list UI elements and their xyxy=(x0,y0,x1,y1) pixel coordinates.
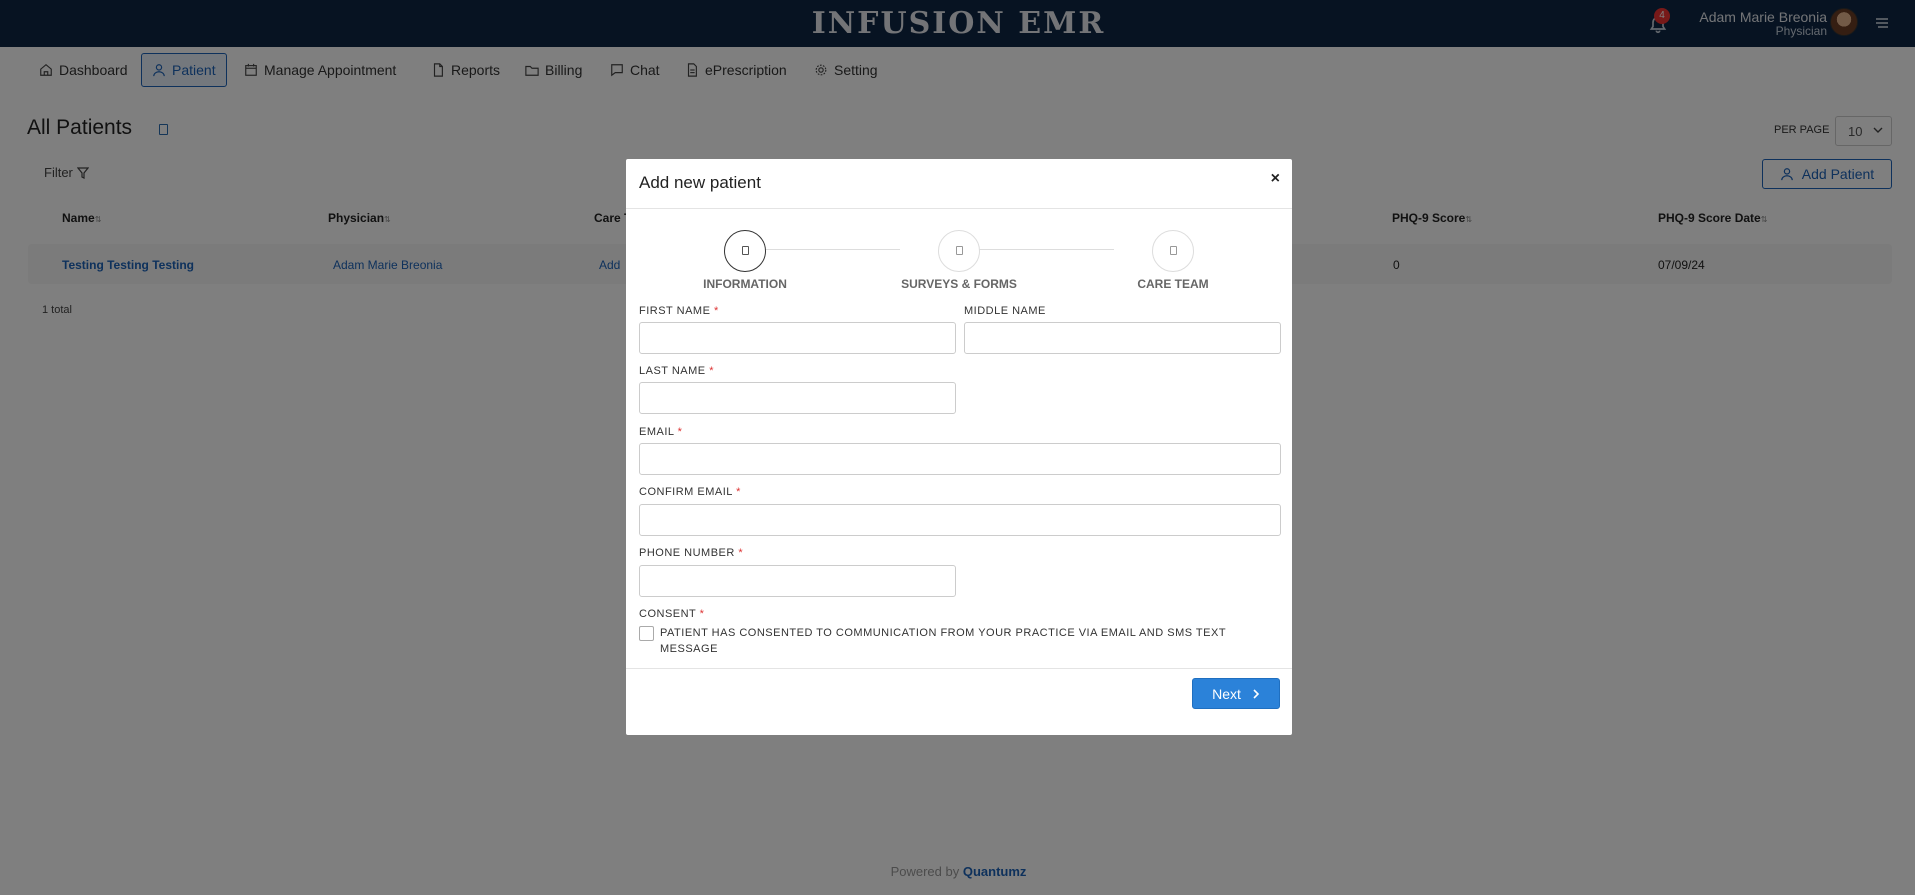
step-label-information: INFORMATION xyxy=(703,277,787,291)
step-label-care-team: CARE TEAM xyxy=(1137,277,1209,291)
document-icon xyxy=(742,246,749,255)
last-name-input[interactable] xyxy=(639,382,956,414)
step-information-icon[interactable] xyxy=(724,230,766,272)
step-surveys-icon[interactable] xyxy=(938,230,980,272)
modal-header: Add new patient × xyxy=(626,159,1292,209)
confirm-email-input[interactable] xyxy=(639,504,1281,536)
middle-name-label: MIDDLE NAME xyxy=(964,305,1046,317)
phone-number-label: PHONE NUMBER * xyxy=(639,547,744,559)
phone-number-input[interactable] xyxy=(639,565,956,597)
step-care-team-icon[interactable] xyxy=(1152,230,1194,272)
modal-title: Add new patient xyxy=(639,173,761,192)
next-label: Next xyxy=(1212,685,1241,702)
email-input[interactable] xyxy=(639,443,1281,475)
consent-checkbox[interactable] xyxy=(639,626,654,641)
first-name-input[interactable] xyxy=(639,322,956,354)
first-name-label: FIRST NAME * xyxy=(639,305,719,317)
document-icon xyxy=(1170,246,1177,255)
document-icon xyxy=(956,246,963,255)
next-button[interactable]: Next xyxy=(1192,678,1280,709)
email-label: EMAIL * xyxy=(639,426,683,438)
close-icon[interactable]: × xyxy=(1271,170,1280,188)
last-name-label: LAST NAME * xyxy=(639,365,714,377)
step-label-surveys: SURVEYS & FORMS xyxy=(901,277,1017,291)
confirm-email-label: CONFIRM EMAIL * xyxy=(639,486,741,498)
consent-text: PATIENT HAS CONSENTED TO COMMUNICATION F… xyxy=(660,627,1226,655)
stepper-connector xyxy=(744,249,900,250)
consent-label: CONSENT * xyxy=(639,608,705,620)
modal-footer-divider xyxy=(626,668,1292,669)
chevron-right-icon xyxy=(1253,688,1260,699)
add-patient-modal: Add new patient × INFORMATION SURVEYS & … xyxy=(626,159,1292,735)
middle-name-input[interactable] xyxy=(964,322,1281,354)
